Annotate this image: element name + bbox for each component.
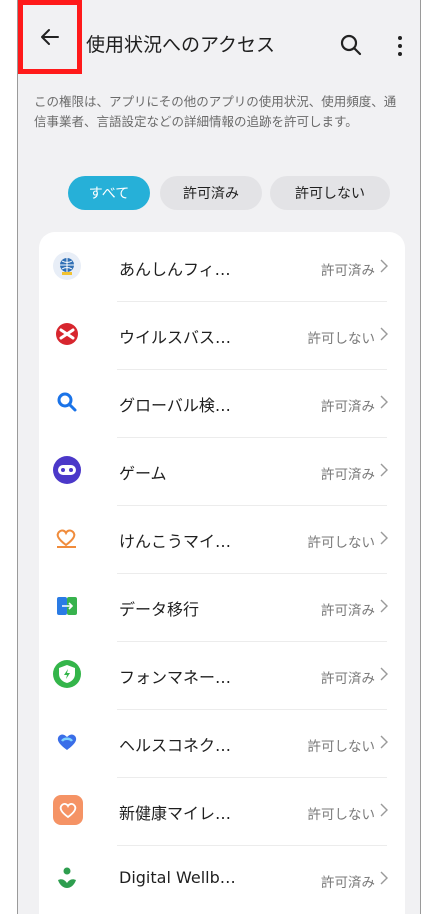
digital-wellbeing-icon [53,864,81,892]
gamepad-icon [53,456,81,484]
page-title: 使用状況へのアクセス [86,34,276,56]
app-status: 許可済み [321,603,375,619]
back-button[interactable] [18,0,82,74]
app-status: 許可しない [307,331,376,347]
list-item[interactable]: あんしんフィ… 許可済み [39,234,405,302]
chevron-right-icon [380,803,388,817]
chevron-right-icon [380,599,388,613]
app-status: 許可済み [321,671,375,687]
list-item[interactable]: Digital Wellb… 許可済み [39,846,405,914]
app-name: 新健康マイレ… [119,804,232,823]
app-status: 許可しない [307,739,376,755]
shield-bolt-icon [53,660,81,688]
app-name: グローバル検… [119,396,231,415]
filter-chip-allowed[interactable]: 許可済み [160,176,262,210]
heart-badge-icon [53,795,83,825]
chevron-right-icon [380,735,388,749]
chevron-right-icon [380,463,388,477]
app-name: データ移行 [119,600,200,619]
screen: 使用状況へのアクセス この権限は、アプリにその他のアプリの使用状況、使用頻度、通… [17,0,421,914]
app-bar: 使用状況へのアクセス [18,0,420,90]
app-name: あんしんフィ… [119,260,231,279]
heart-person-icon [53,524,81,552]
more-options-button[interactable] [390,32,410,60]
globe-shield-icon [53,252,81,280]
app-status: 許可済み [321,467,375,483]
search-icon [53,388,81,416]
app-name: ゲーム [119,464,167,483]
search-icon [340,34,362,56]
app-name: フォンマネー… [119,668,232,687]
filter-chip-denied[interactable]: 許可しない [270,176,390,210]
list-item[interactable]: フォンマネー… 許可済み [39,642,405,710]
virus-buster-icon [53,320,81,348]
chevron-right-icon [380,871,388,885]
list-item[interactable]: ヘルスコネク… 許可しない [39,710,405,778]
chevron-right-icon [380,259,388,273]
app-status: 許可済み [321,875,375,891]
list-item[interactable]: データ移行 許可済み [39,574,405,642]
health-connect-icon [53,728,81,756]
app-status: 許可済み [321,399,375,415]
app-list: あんしんフィ… 許可済み ウイルスバス… 許可しない グローバル検… 許可済み [39,232,405,914]
list-item[interactable]: ウイルスバス… 許可しない [39,302,405,370]
list-item[interactable]: けんこうマイ… 許可しない [39,506,405,574]
permission-description: この権限は、アプリにその他のアプリの使用状況、使用頻度、通信事業者、言語設定など… [34,94,397,129]
app-name: ヘルスコネク… [119,736,232,755]
chevron-right-icon [380,327,388,341]
list-item[interactable]: グローバル検… 許可済み [39,370,405,438]
app-status: 許可済み [321,263,375,279]
list-item[interactable]: ゲーム 許可済み [39,438,405,506]
app-status: 許可しない [307,807,376,823]
search-button[interactable] [338,32,366,60]
chevron-right-icon [380,531,388,545]
app-name: ウイルスバス… [119,328,232,347]
filter-chip-all[interactable]: すべて [68,176,150,210]
arrow-left-icon [41,29,59,45]
data-transfer-icon [53,592,81,620]
app-name: Digital Wellb… [119,868,236,887]
app-name: けんこうマイ… [119,532,232,551]
chevron-right-icon [380,667,388,681]
app-status: 許可しない [307,535,376,551]
more-vertical-icon [398,36,402,40]
list-item[interactable]: 新健康マイレ… 許可しない [39,778,405,846]
chevron-right-icon [380,395,388,409]
